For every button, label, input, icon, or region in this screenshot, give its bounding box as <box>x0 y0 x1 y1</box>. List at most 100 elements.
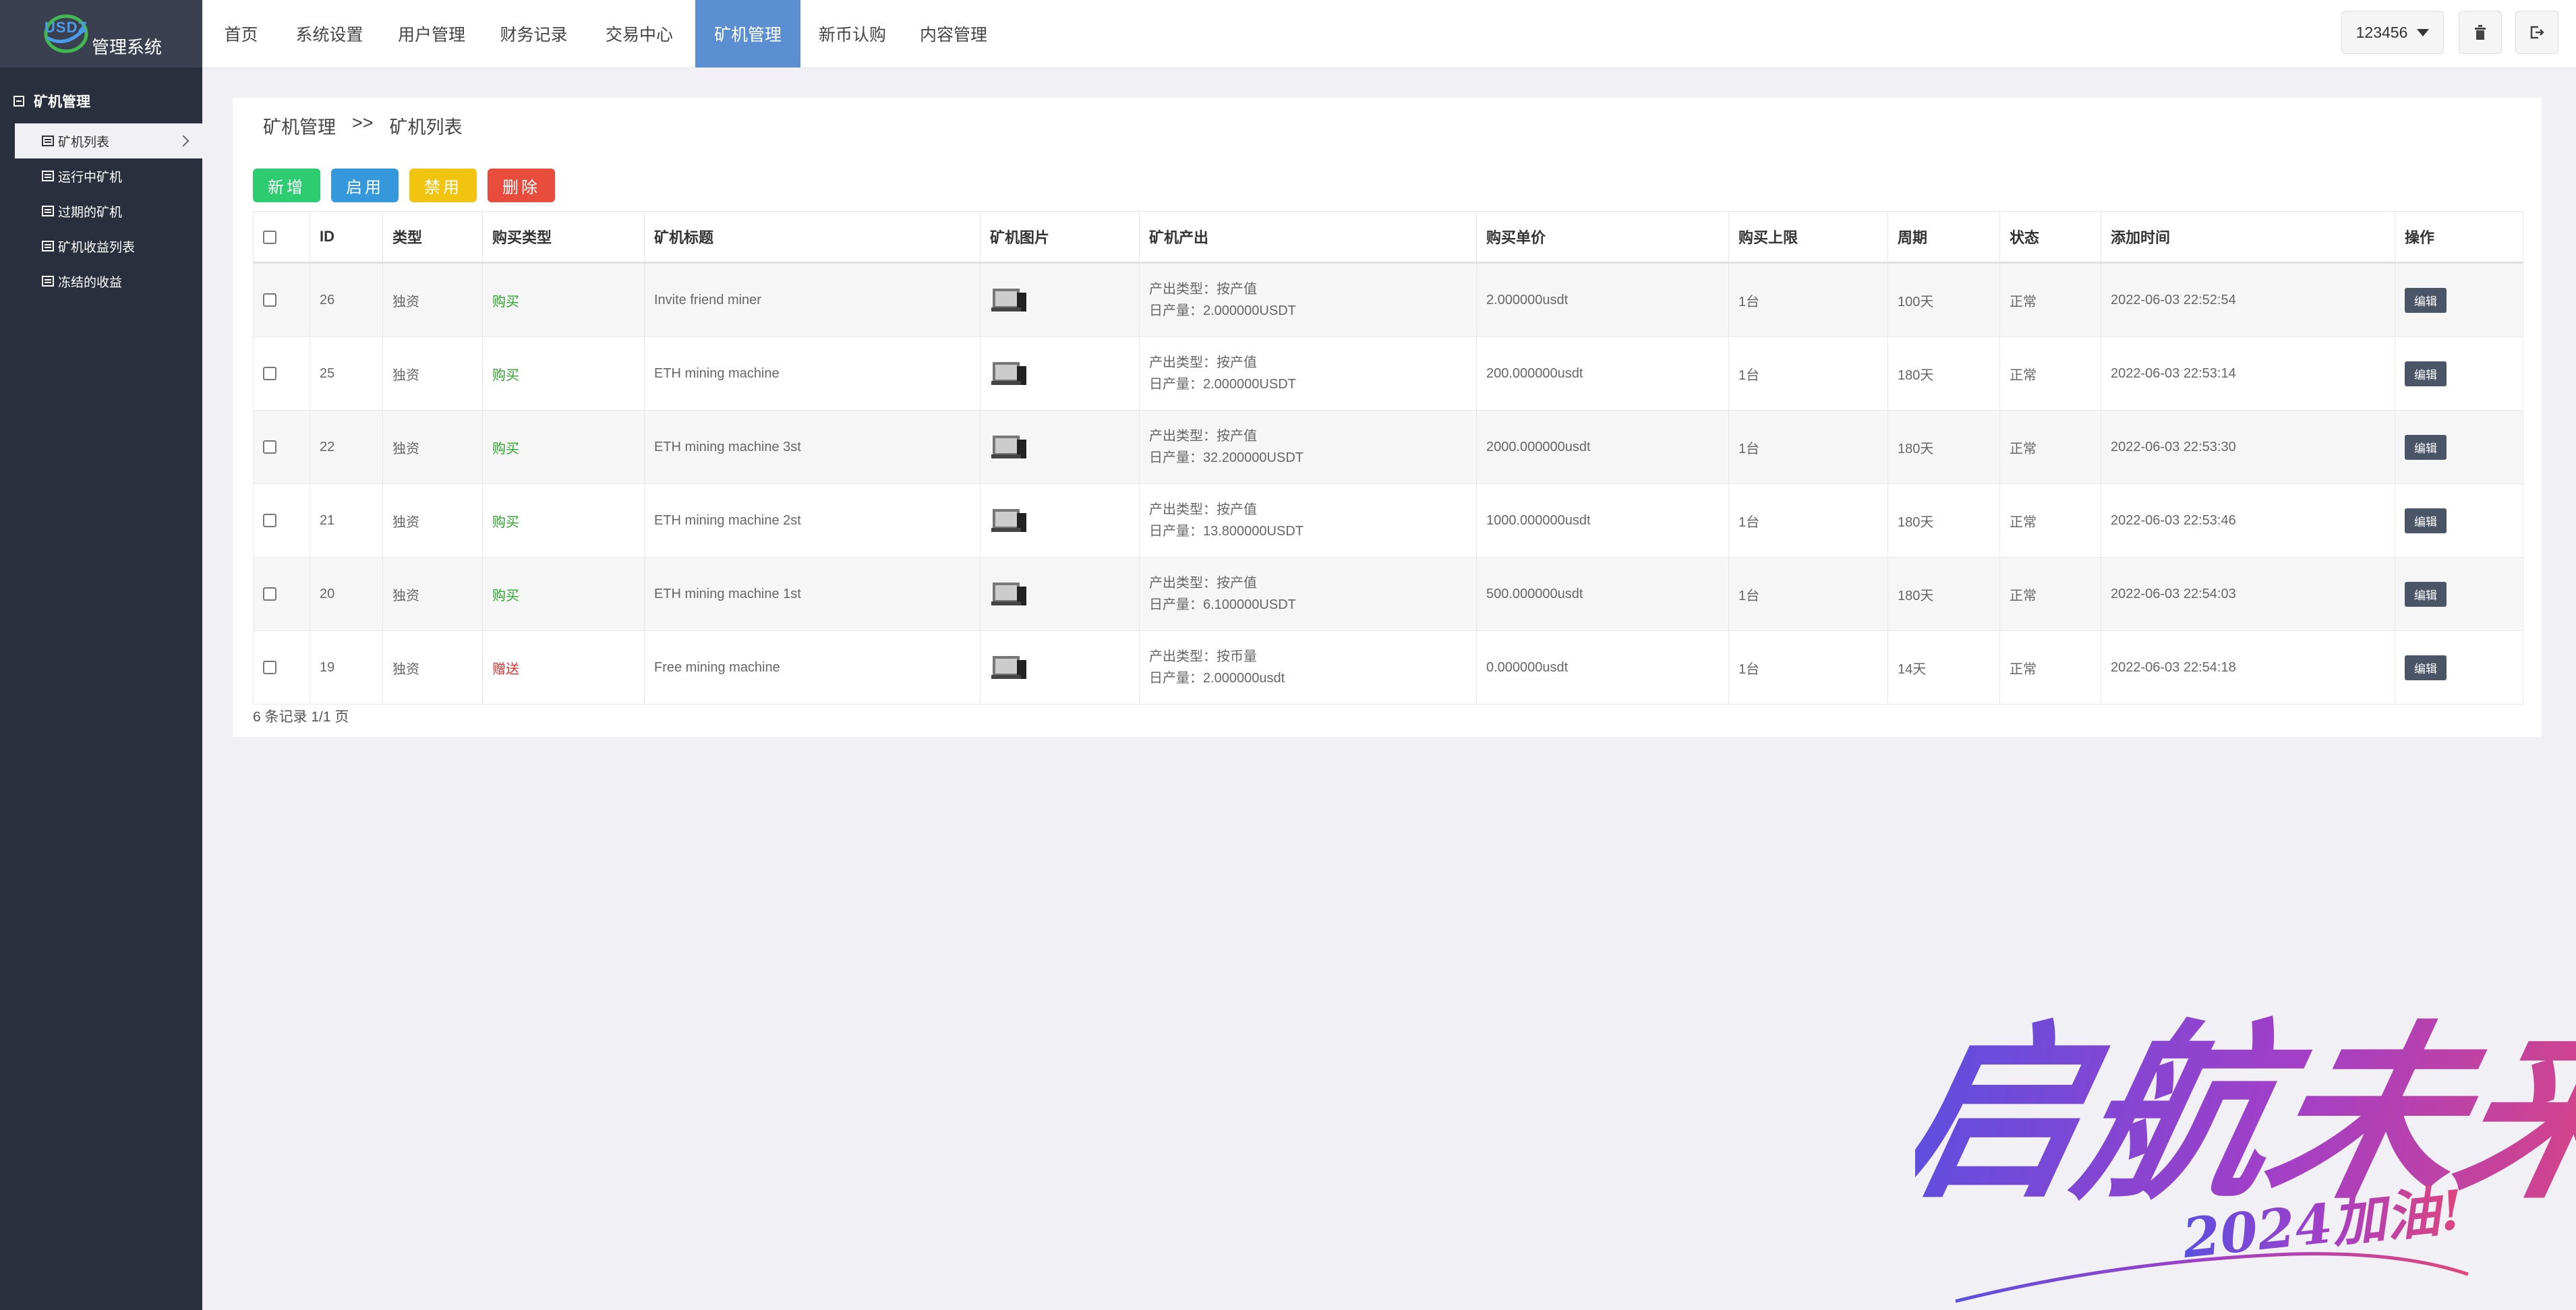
col-header-price: 购买单价 <box>1476 211 1729 264</box>
breadcrumb-current: 矿机列表 <box>389 117 463 138</box>
sidebar-item-0[interactable]: 矿机列表 <box>15 123 202 158</box>
cell-status: 正常 <box>1999 336 2101 411</box>
edit-button[interactable]: 编辑 <box>2405 655 2447 680</box>
cell-output: 产出类型：按产值 日产量：32.200000USDT <box>1139 410 1477 484</box>
cell-cycle: 180天 <box>1887 483 2000 558</box>
breadcrumb-parent[interactable]: 矿机管理 <box>263 113 336 139</box>
trash-icon <box>2475 25 2486 40</box>
cell-cycle: 14天 <box>1887 630 2000 705</box>
cell-price: 200.000000usdt <box>1476 336 1729 411</box>
daily-output: 日产量：2.000000USDT <box>1149 377 1296 392</box>
cell-limit: 1台 <box>1728 557 1888 631</box>
table-row: 25 独资 购买 ETH mining machine 产出类型：按产值 日产量：2.00… <box>253 336 2523 411</box>
row-select-cell <box>253 557 310 631</box>
row-select-cell <box>253 262 310 337</box>
edit-button[interactable]: 编辑 <box>2405 434 2447 460</box>
col-header-title: 矿机标题 <box>644 211 980 264</box>
cell-image <box>980 262 1140 337</box>
clear-cache-button[interactable] <box>2459 11 2502 54</box>
delete-button[interactable]: 删除 <box>488 169 555 202</box>
cell-cycle: 180天 <box>1887 557 2000 631</box>
row-checkbox[interactable] <box>263 367 276 381</box>
cell-time: 2022-06-03 22:52:54 <box>2101 262 2395 337</box>
cell-limit: 1台 <box>1728 483 1888 558</box>
user-dropdown[interactable]: 123456 <box>2341 11 2444 54</box>
cell-id: 21 <box>310 483 383 558</box>
cell-id: 22 <box>310 410 383 484</box>
sidebar-section-mining[interactable]: 矿机管理 <box>13 91 90 111</box>
cell-buy-type: 购买 <box>482 410 645 484</box>
row-checkbox[interactable] <box>263 661 276 675</box>
add-button[interactable]: 新增 <box>253 169 320 202</box>
miner-table: ID 类型 购买类型 矿机标题 矿机图片 矿机产出 购买单价 购买上限 周期 状… <box>253 211 2523 705</box>
cell-price: 2.000000usdt <box>1476 262 1729 337</box>
col-header-limit: 购买上限 <box>1728 211 1888 264</box>
nav-tab-0[interactable]: 首页 <box>202 0 280 67</box>
cell-status: 正常 <box>1999 410 2101 484</box>
cell-id: 26 <box>310 262 383 337</box>
cell-cycle: 180天 <box>1887 410 2000 484</box>
nav-tab-3[interactable]: 财务记录 <box>484 0 583 67</box>
row-checkbox[interactable] <box>263 440 276 454</box>
miner-thumbnail-icon <box>991 509 1026 532</box>
nav-tab-2[interactable]: 用户管理 <box>379 0 484 67</box>
list-icon <box>42 276 54 287</box>
sidebar-item-3[interactable]: 矿机收益列表 <box>15 229 202 264</box>
col-header-action: 操作 <box>2395 211 2523 264</box>
cell-id: 25 <box>310 336 383 411</box>
cell-output: 产出类型：按产值 日产量：2.000000USDT <box>1139 262 1477 337</box>
nav-tab-6[interactable]: 新币认购 <box>800 0 904 67</box>
col-header-status: 状态 <box>1999 211 2101 264</box>
cell-type: 独资 <box>382 557 483 631</box>
cell-title: ETH mining machine 2st <box>644 483 980 558</box>
nav-tab-7[interactable]: 内容管理 <box>904 0 1003 67</box>
edit-button[interactable]: 编辑 <box>2405 508 2447 533</box>
cell-image <box>980 410 1140 484</box>
top-nav: 首页 系统设置 用户管理 财务记录 交易中心 矿机管理 新币认购 内容管理 123456 <box>202 0 2576 68</box>
cell-price: 2000.000000usdt <box>1476 410 1729 484</box>
cell-action: 编辑 <box>2395 336 2523 411</box>
col-header-buy-type: 购买类型 <box>482 211 645 264</box>
edit-button[interactable]: 编辑 <box>2405 287 2447 313</box>
sidebar-item-4[interactable]: 冻结的收益 <box>15 264 202 299</box>
row-checkbox[interactable] <box>263 293 276 307</box>
cell-buy-type: 购买 <box>482 336 645 411</box>
output-type: 产出类型：按产值 <box>1149 282 1257 297</box>
cell-action: 编辑 <box>2395 557 2523 631</box>
miner-thumbnail-icon <box>991 436 1026 458</box>
nav-tab-4[interactable]: 交易中心 <box>583 0 695 67</box>
breadcrumb: 矿机管理 >> 矿机列表 <box>263 113 463 139</box>
cell-title: ETH mining machine <box>644 336 980 411</box>
row-checkbox[interactable] <box>263 587 276 601</box>
cell-time: 2022-06-03 22:53:14 <box>2101 336 2395 411</box>
row-checkbox[interactable] <box>263 514 276 528</box>
logout-button[interactable] <box>2515 11 2558 54</box>
edit-button[interactable]: 编辑 <box>2405 581 2447 607</box>
cell-buy-type: 购买 <box>482 483 645 558</box>
cell-action: 编辑 <box>2395 483 2523 558</box>
nav-tab-5[interactable]: 矿机管理 <box>695 0 800 67</box>
cell-output: 产出类型：按产值 日产量：2.000000USDT <box>1139 336 1477 411</box>
enable-button[interactable]: 启用 <box>331 169 399 202</box>
sidebar-item-label: 冻结的收益 <box>58 275 123 290</box>
sidebar-item-2[interactable]: 过期的矿机 <box>15 193 202 229</box>
pagination-info: 6 条记录 1/1 页 <box>253 709 349 725</box>
edit-button[interactable]: 编辑 <box>2405 361 2447 386</box>
nav-tab-1[interactable]: 系统设置 <box>280 0 379 67</box>
col-header-time: 添加时间 <box>2101 211 2395 264</box>
caret-down-icon <box>2417 28 2430 36</box>
select-all-checkbox[interactable] <box>263 231 276 245</box>
row-select-cell <box>253 483 310 558</box>
sidebar-item-label: 过期的矿机 <box>58 205 123 220</box>
list-icon <box>42 241 54 251</box>
sidebar-item-1[interactable]: 运行中矿机 <box>15 158 202 193</box>
miner-thumbnail-icon <box>991 583 1026 605</box>
cell-limit: 1台 <box>1728 630 1888 705</box>
cell-cycle: 180天 <box>1887 336 2000 411</box>
logo-bar: USDZ 管理系统 <box>0 0 202 67</box>
disable-button[interactable]: 禁用 <box>409 169 477 202</box>
output-type: 产出类型：按产值 <box>1149 502 1257 517</box>
row-select-cell <box>253 410 310 484</box>
list-icon <box>42 171 54 181</box>
col-header-type: 类型 <box>382 211 483 264</box>
